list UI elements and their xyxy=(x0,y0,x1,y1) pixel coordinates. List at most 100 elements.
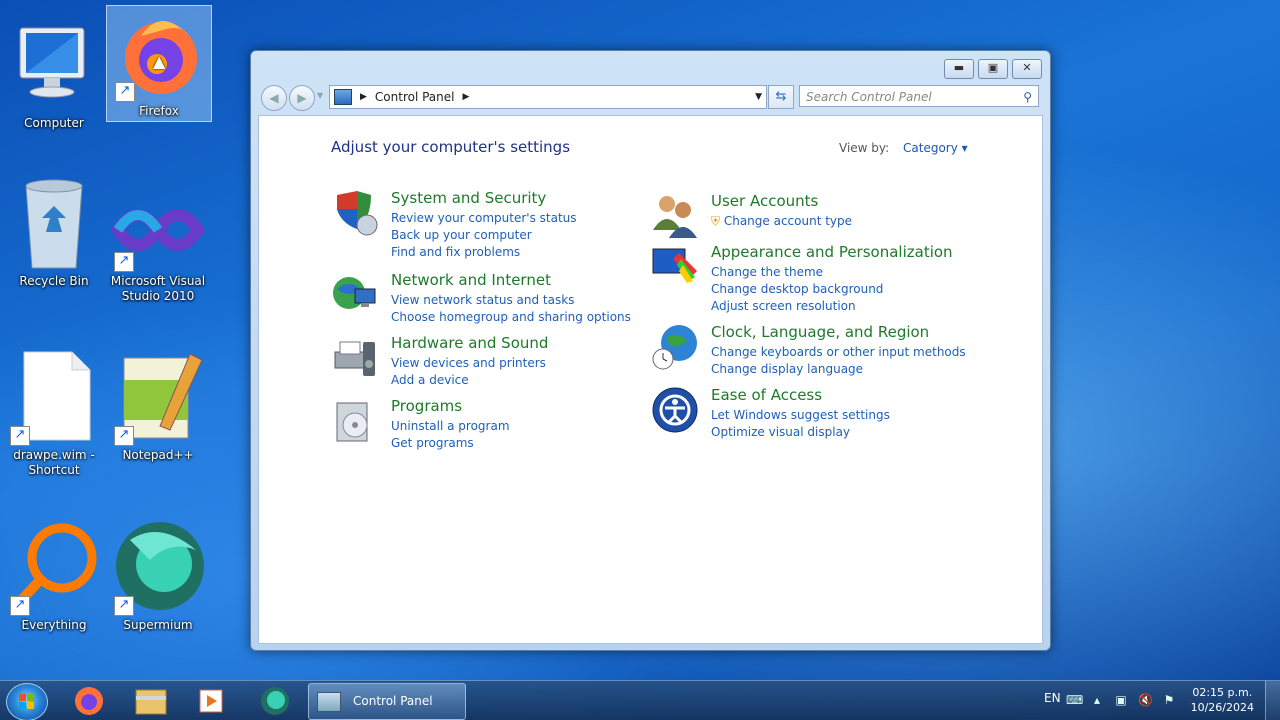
shortcut-arrow-icon: ↗ xyxy=(10,596,30,616)
taskbar-control-panel[interactable]: Control Panel xyxy=(308,683,466,720)
link-homegroup[interactable]: Choose homegroup and sharing options xyxy=(391,309,631,326)
desktop-icon-computer[interactable]: Computer xyxy=(2,18,106,131)
firefox-icon: ↗ ▲ xyxy=(111,6,207,102)
link-review-status[interactable]: Review your computer's status xyxy=(391,210,577,227)
keyboard-icon[interactable]: ⌨ xyxy=(1066,693,1083,707)
taskbar-firefox[interactable] xyxy=(62,684,116,718)
category-title[interactable]: System and Security xyxy=(391,189,546,207)
recycle-bin-icon xyxy=(6,176,102,272)
view-by-label: View by: xyxy=(839,141,890,155)
category-title[interactable]: Programs xyxy=(391,397,462,415)
desktop-icon-notepadpp[interactable]: ↗ Notepad++ xyxy=(106,350,210,463)
monitor-colors-icon xyxy=(651,243,699,291)
desktop-icon-label: Computer xyxy=(24,116,84,130)
link-back-up[interactable]: Back up your computer xyxy=(391,227,577,244)
breadcrumb-arrow-icon[interactable]: ▶ xyxy=(360,92,367,102)
shortcut-arrow-icon: ↗ xyxy=(10,426,30,446)
link-find-fix[interactable]: Find and fix problems xyxy=(391,244,577,261)
link-change-theme[interactable]: Change the theme xyxy=(711,264,883,281)
taskbar-media-player[interactable] xyxy=(184,684,238,718)
search-input[interactable]: Search Control Panel ⚲ xyxy=(799,85,1039,107)
show-desktop-button[interactable] xyxy=(1265,681,1280,720)
desktop-icon-label: drawpe.wim - Shortcut xyxy=(13,448,95,477)
breadcrumb-control-panel[interactable]: Control Panel xyxy=(375,90,455,104)
search-icon[interactable]: ⚲ xyxy=(1023,86,1032,108)
shortcut-arrow-icon: ↗ xyxy=(114,252,134,272)
clock-time: 02:15 p.m. xyxy=(1192,686,1253,699)
category-title[interactable]: Network and Internet xyxy=(391,271,551,289)
link-display-language[interactable]: Change display language xyxy=(711,361,966,378)
desktop-icon-recycle-bin[interactable]: Recycle Bin xyxy=(2,176,106,289)
shortcut-arrow-icon: ↗ xyxy=(114,596,134,616)
back-button[interactable]: ◀ xyxy=(261,85,287,111)
view-by-control: View by: Category ▾ xyxy=(839,141,968,155)
link-change-account-type[interactable]: ⛨ Change account type xyxy=(711,213,852,230)
users-icon xyxy=(651,192,699,240)
desktop-icon-everything[interactable]: ↗ Everything xyxy=(2,520,106,633)
control-panel-small-icon xyxy=(334,89,352,105)
windows-flag-icon xyxy=(19,694,34,709)
category-title[interactable]: Clock, Language, and Region xyxy=(711,323,929,341)
link-screen-resolution[interactable]: Adjust screen resolution xyxy=(711,298,883,315)
maximize-button[interactable]: ▣ xyxy=(978,59,1008,79)
desktop-icon-label: Supermium xyxy=(123,618,193,632)
show-hidden-icons-icon[interactable]: ▴ xyxy=(1090,693,1104,707)
volume-muted-icon[interactable]: 🔇 xyxy=(1138,693,1153,707)
programs-disk-icon xyxy=(331,397,379,445)
forward-button[interactable]: ▶ xyxy=(289,85,315,111)
link-add-device[interactable]: Add a device xyxy=(391,372,546,389)
page-title: Adjust your computer's settings xyxy=(331,138,571,156)
close-button[interactable]: ✕ xyxy=(1012,59,1042,79)
mouse-cursor-icon: ▲ xyxy=(153,52,166,71)
breadcrumb-arrow-icon[interactable]: ▶ xyxy=(463,92,470,102)
globe-clock-icon xyxy=(651,323,699,371)
link-uninstall-program[interactable]: Uninstall a program xyxy=(391,418,510,435)
link-desktop-background[interactable]: Change desktop background xyxy=(711,281,883,298)
desktop-icon-supermium[interactable]: ↗ Supermium xyxy=(106,520,210,633)
refresh-button[interactable]: ⇆ xyxy=(768,85,794,109)
link-get-programs[interactable]: Get programs xyxy=(391,435,510,452)
link-network-status[interactable]: View network status and tasks xyxy=(391,292,631,309)
category-title[interactable]: User Accounts xyxy=(711,192,818,210)
category-title[interactable]: Appearance and Personalization xyxy=(711,243,953,261)
minimize-button[interactable]: ▬ xyxy=(944,59,974,79)
link-windows-suggest[interactable]: Let Windows suggest settings xyxy=(711,407,890,424)
shortcut-arrow-icon: ↗ xyxy=(115,82,135,102)
window-controls: ▬ ▣ ✕ xyxy=(944,59,1042,79)
uac-shield-icon: ⛨ xyxy=(711,214,721,228)
desktop-icon-label: Microsoft Visual Studio 2010 xyxy=(110,274,206,303)
supermium-icon xyxy=(261,687,289,715)
recent-pages-chevron-icon[interactable]: ▼ xyxy=(317,91,323,100)
category-title[interactable]: Hardware and Sound xyxy=(391,334,548,352)
category-title[interactable]: Ease of Access xyxy=(711,386,822,404)
desktop-icon-visual-studio[interactable]: ↗ Microsoft Visual Studio 2010 xyxy=(106,190,210,304)
shortcut-arrow-icon: ↗ xyxy=(114,426,134,446)
desktop-icon-label: Recycle Bin xyxy=(19,274,89,288)
view-by-dropdown[interactable]: Category ▾ xyxy=(903,141,968,155)
start-button[interactable] xyxy=(6,683,48,720)
language-indicator[interactable]: EN xyxy=(1044,691,1061,705)
link-optimize-display[interactable]: Optimize visual display xyxy=(711,424,890,441)
desktop-icon-label: Firefox xyxy=(139,104,179,118)
control-panel-content: Adjust your computer's settings View by:… xyxy=(258,115,1043,644)
action-center-flag-icon[interactable]: ⚑ xyxy=(1162,693,1176,707)
address-bar[interactable]: ▶ Control Panel ▶ ▼ xyxy=(329,85,767,109)
firefox-icon xyxy=(75,687,103,715)
shield-icon xyxy=(331,189,379,237)
desktop-icon-label: Everything xyxy=(21,618,87,632)
network-status-icon[interactable]: ▣ xyxy=(1114,693,1128,707)
taskbar-supermium[interactable] xyxy=(248,684,302,718)
taskbar-item-label: Control Panel xyxy=(353,694,433,708)
computer-icon xyxy=(6,18,102,114)
taskbar-explorer[interactable] xyxy=(124,684,178,718)
link-change-keyboards[interactable]: Change keyboards or other input methods xyxy=(711,344,966,361)
folder-icon xyxy=(135,689,167,715)
desktop-icon-firefox[interactable]: ↗ ▲ Firefox xyxy=(106,5,212,122)
address-dropdown-icon[interactable]: ▼ xyxy=(755,92,762,102)
link-devices-printers[interactable]: View devices and printers xyxy=(391,355,546,372)
media-player-icon xyxy=(199,689,223,713)
clock[interactable]: 02:15 p.m. 10/26/2024 xyxy=(1191,685,1254,715)
desktop-icon-drawpe-shortcut[interactable]: ↗ drawpe.wim - Shortcut xyxy=(2,350,106,478)
search-placeholder: Search Control Panel xyxy=(806,90,932,104)
notepadpp-icon: ↗ xyxy=(110,350,206,446)
